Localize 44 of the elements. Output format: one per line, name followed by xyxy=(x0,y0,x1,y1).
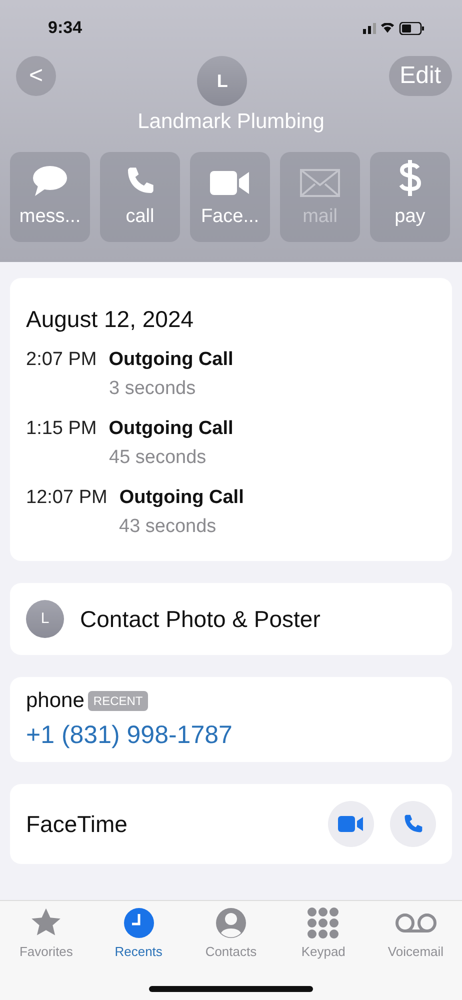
dollar-icon xyxy=(398,159,422,197)
signal-icon xyxy=(363,22,376,34)
tab-bar-item[interactable]: Voicemail xyxy=(370,907,461,1000)
call-type: Outgoing Call xyxy=(108,348,234,372)
call-duration: 3 seconds xyxy=(108,376,197,400)
call-type: Outgoing Call xyxy=(119,486,244,510)
recent-badge: RECENT xyxy=(88,690,148,711)
call-time: 2:07 PM xyxy=(26,348,97,372)
avatar: L xyxy=(26,600,64,638)
call-duration: 43 seconds xyxy=(118,514,218,538)
facetime-label: FaceTime xyxy=(26,810,128,839)
person-icon xyxy=(214,907,247,939)
avatar: L xyxy=(197,56,248,106)
video-camera-icon xyxy=(338,815,364,833)
call-action-button[interactable]: call xyxy=(100,152,180,242)
battery-icon xyxy=(399,22,424,34)
row-label: Contact Photo & Poster xyxy=(80,604,320,634)
keypad-icon xyxy=(307,907,340,939)
audio-call-button[interactable] xyxy=(390,801,436,847)
contact-name: Landmark Plumbing xyxy=(136,109,326,135)
tab-bar-item[interactable]: Recents xyxy=(94,907,184,1000)
edit-button[interactable]: Edit xyxy=(388,56,452,96)
speech-bubble-icon xyxy=(32,165,68,197)
video-camera-icon xyxy=(210,169,250,197)
tab-bar-item[interactable]: Keypad xyxy=(278,907,368,1000)
call-date: August 12, 2024 xyxy=(26,304,195,334)
contact-photo-row[interactable]: L Contact Photo & Poster xyxy=(10,583,452,655)
envelope-icon xyxy=(300,169,340,197)
message-action-button[interactable]: mess... xyxy=(10,152,90,242)
status-time: 9:34 xyxy=(48,17,82,40)
phone-label: phone xyxy=(26,688,84,714)
wifi-icon xyxy=(380,22,395,34)
clock-icon xyxy=(122,907,155,939)
back-button[interactable]: < xyxy=(16,56,56,96)
phone-number-link[interactable]: +1 (831) 998-1787 xyxy=(26,720,232,748)
call-duration: 45 seconds xyxy=(108,446,208,470)
pay-action-button[interactable]: pay xyxy=(370,152,450,242)
video-call-button[interactable] xyxy=(328,801,374,847)
call-time: 12:07 PM xyxy=(26,486,108,510)
phone-icon xyxy=(402,813,424,835)
call-time: 1:15 PM xyxy=(26,417,97,441)
video-action-button[interactable]: Face... xyxy=(190,152,270,242)
call-type: Outgoing Call xyxy=(108,417,234,441)
tab-bar-item[interactable]: Favorites xyxy=(1,907,92,1000)
